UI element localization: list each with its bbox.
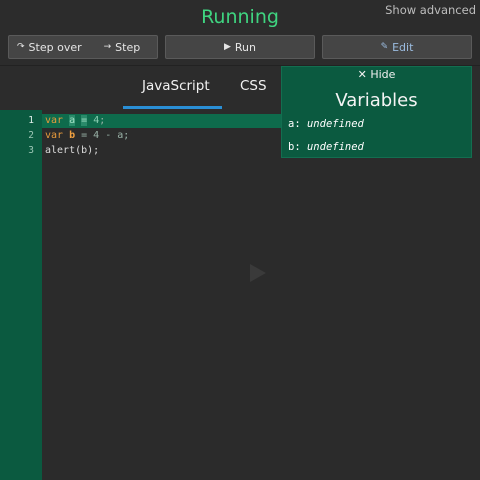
step-button-group: ↷ Step over → Step bbox=[8, 35, 158, 59]
code-line-1[interactable]: var a = 4; bbox=[45, 115, 105, 126]
variable-row: b: undefined bbox=[288, 141, 364, 153]
edit-label: Edit bbox=[392, 40, 414, 54]
app-header: Running Show advanced ↷ Step over → Step… bbox=[0, 0, 480, 66]
line-number: 2 bbox=[28, 130, 34, 141]
keyword: var bbox=[45, 130, 64, 141]
variable-value: undefined bbox=[306, 118, 364, 130]
code-line-3[interactable]: alert(b); bbox=[45, 145, 99, 156]
semicolon: ; bbox=[99, 115, 106, 126]
code-rest: = 4 - a; bbox=[75, 130, 130, 141]
play-icon: ▶ bbox=[223, 42, 231, 52]
line-number: 3 bbox=[28, 145, 34, 156]
run-button[interactable]: ▶ Run bbox=[165, 35, 315, 59]
step-over-icon: ↷ bbox=[17, 42, 25, 52]
code-editor[interactable]: var a = 4; var b = 4 - a; alert(b); bbox=[42, 110, 480, 480]
active-tab-indicator bbox=[123, 106, 222, 109]
step-over-button[interactable]: ↷ Step over bbox=[17, 41, 82, 54]
edit-button[interactable]: ✎ Edit bbox=[322, 35, 472, 59]
line-number-gutter: 1 2 3 bbox=[0, 110, 42, 480]
variables-panel: ✕ Hide Variables a: undefined b: undefin… bbox=[281, 66, 472, 158]
variable-name: b: bbox=[288, 141, 301, 153]
close-icon: ✕ bbox=[357, 68, 367, 81]
step-over-label: Step over bbox=[28, 40, 82, 54]
variable-name: a: bbox=[288, 118, 301, 130]
operator: = bbox=[81, 115, 88, 126]
play-overlay-icon bbox=[250, 264, 266, 282]
hide-button[interactable]: ✕ Hide bbox=[282, 68, 471, 81]
variable-value: undefined bbox=[306, 141, 364, 153]
variables-title: Variables bbox=[335, 90, 418, 111]
step-button[interactable]: → Step bbox=[104, 41, 141, 54]
line-number: 1 bbox=[28, 115, 34, 126]
code-line-2[interactable]: var b = 4 - a; bbox=[45, 130, 129, 141]
step-label: Step bbox=[115, 40, 141, 54]
pencil-icon: ✎ bbox=[380, 42, 389, 52]
arrow-right-icon: → bbox=[103, 42, 112, 52]
run-label: Run bbox=[234, 40, 256, 54]
tab-css[interactable]: CSS bbox=[240, 78, 267, 94]
identifier: a bbox=[69, 115, 76, 126]
tab-javascript[interactable]: JavaScript bbox=[142, 78, 210, 94]
keyword: var bbox=[45, 115, 64, 126]
variable-row: a: undefined bbox=[288, 118, 364, 130]
show-advanced-link[interactable]: Show advanced bbox=[385, 3, 476, 17]
hide-label: Hide bbox=[370, 68, 396, 81]
